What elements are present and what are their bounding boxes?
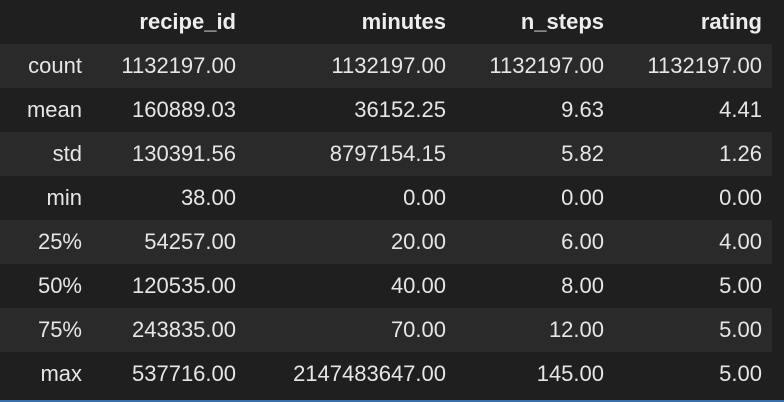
table-cell: 40.00	[390, 273, 446, 298]
table-cell: 0.00	[719, 185, 762, 210]
table-cell: 4.00	[719, 229, 762, 254]
describe-table: recipe_id minutes n_steps rating count 1…	[0, 0, 772, 396]
table-row: 50% 120535.00 40.00 8.00 5.00	[0, 264, 772, 308]
table-cell: 5.82	[561, 141, 604, 166]
table-cell: 0.00	[561, 185, 604, 210]
column-header: rating	[700, 9, 762, 34]
table-cell: 4.41	[719, 97, 762, 122]
table-cell: 38.00	[180, 185, 236, 210]
column-header: recipe_id	[139, 9, 236, 34]
row-label: 50%	[37, 273, 82, 298]
table-cell: 5.00	[719, 361, 762, 386]
table-cell: 1.26	[719, 141, 762, 166]
row-label: mean	[26, 97, 82, 122]
table-cell: 5.00	[719, 273, 762, 298]
column-header: minutes	[361, 9, 446, 34]
table-cell: 12.00	[548, 317, 604, 342]
table-cell: 145.00	[536, 361, 604, 386]
table-row: min 38.00 0.00 0.00 0.00	[0, 176, 772, 220]
table-cell: 1132197.00	[647, 53, 762, 78]
row-label: count	[28, 53, 82, 78]
table-row: mean 160889.03 36152.25 9.63 4.41	[0, 88, 772, 132]
table-cell: 243835.00	[132, 317, 236, 342]
table-cell: 120535.00	[132, 273, 236, 298]
row-label: std	[52, 141, 82, 166]
header-row: recipe_id minutes n_steps rating	[0, 0, 772, 44]
table-body: count 1132197.00 1132197.00 1132197.00 1…	[0, 44, 772, 396]
table-cell: 130391.56	[132, 141, 236, 166]
table-row: 25% 54257.00 20.00 6.00 4.00	[0, 220, 772, 264]
table-cell: 20.00	[390, 229, 446, 254]
row-label: min	[46, 185, 82, 210]
index-header	[0, 0, 92, 44]
table-cell: 5.00	[719, 317, 762, 342]
table-cell: 537716.00	[132, 361, 236, 386]
table-cell: 70.00	[390, 317, 446, 342]
table-row: max 537716.00 2147483647.00 145.00 5.00	[0, 352, 772, 396]
table-cell: 36152.25	[354, 97, 446, 122]
column-header: n_steps	[520, 9, 604, 34]
table-cell: 0.00	[403, 185, 446, 210]
table-cell: 1132197.00	[331, 53, 446, 78]
row-label: max	[40, 361, 82, 386]
row-label: 25%	[37, 229, 82, 254]
table-cell: 6.00	[561, 229, 604, 254]
table-cell: 1132197.00	[489, 53, 604, 78]
table-row: std 130391.56 8797154.15 5.82 1.26	[0, 132, 772, 176]
table-header: recipe_id minutes n_steps rating	[0, 0, 772, 44]
table-cell: 8797154.15	[329, 141, 446, 166]
table-row: count 1132197.00 1132197.00 1132197.00 1…	[0, 44, 772, 88]
dataframe-output: recipe_id minutes n_steps rating count 1…	[0, 0, 784, 400]
table-cell: 160889.03	[132, 97, 236, 122]
table-cell: 2147483647.00	[293, 361, 446, 386]
table-cell: 54257.00	[144, 229, 236, 254]
table-cell: 9.63	[561, 97, 604, 122]
table-cell: 8.00	[561, 273, 604, 298]
row-label: 75%	[37, 317, 82, 342]
table-cell: 1132197.00	[121, 53, 236, 78]
table-row: 75% 243835.00 70.00 12.00 5.00	[0, 308, 772, 352]
